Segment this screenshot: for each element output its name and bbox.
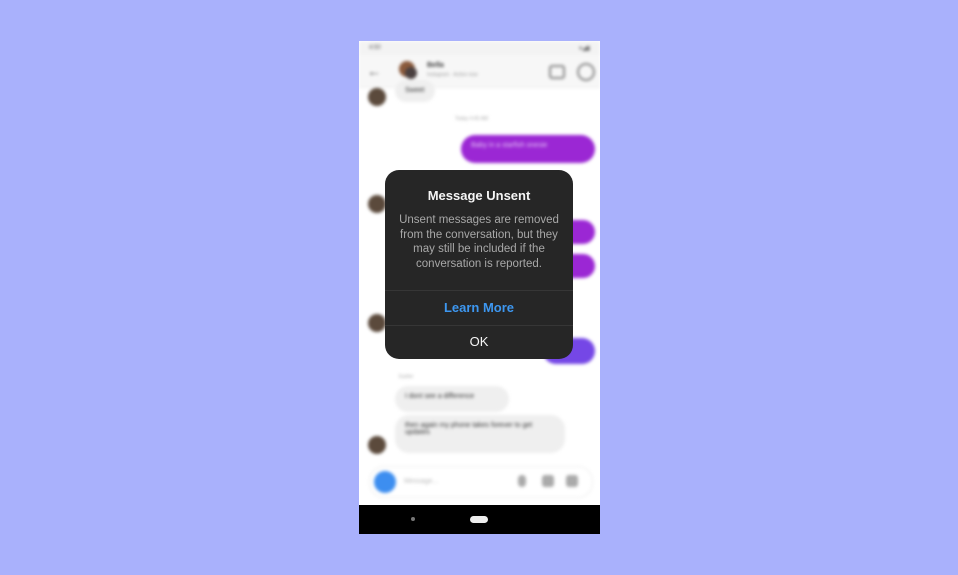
status-time: 4:50 bbox=[369, 45, 381, 51]
contact-name[interactable]: Bella bbox=[427, 62, 444, 69]
sender-avatar bbox=[368, 88, 386, 106]
timestamp: Earlier bbox=[399, 374, 414, 380]
gallery-icon[interactable] bbox=[542, 475, 554, 487]
nav-back-icon[interactable] bbox=[411, 517, 415, 521]
info-icon[interactable] bbox=[577, 63, 595, 81]
timestamp: Today 4:45 AM bbox=[455, 116, 489, 122]
message-unsent-dialog: Message Unsent Unsent messages are remov… bbox=[385, 170, 573, 359]
sticker-icon[interactable] bbox=[566, 475, 578, 487]
video-call-icon[interactable] bbox=[549, 65, 565, 79]
message-bubble-outgoing: Baby in a starfish onesie bbox=[461, 135, 595, 163]
message-composer[interactable]: Message... bbox=[369, 466, 593, 498]
message-input[interactable]: Message... bbox=[404, 478, 438, 485]
sender-avatar bbox=[368, 314, 386, 332]
dialog-title: Message Unsent bbox=[427, 188, 531, 203]
microphone-icon[interactable] bbox=[518, 475, 526, 487]
chat-header: ← Bella Instagram · Active now bbox=[359, 55, 600, 88]
dialog-body: Unsent messages are removed from the con… bbox=[399, 214, 559, 270]
contact-subtitle: Instagram · Active now bbox=[427, 72, 478, 78]
message-bubble-incoming: I dont see a difference bbox=[395, 386, 509, 412]
message-bubble-incoming: Sweet bbox=[395, 80, 435, 102]
ok-button[interactable]: OK bbox=[385, 325, 573, 359]
nav-home-pill-icon[interactable] bbox=[470, 516, 488, 523]
contact-avatar-secondary bbox=[405, 67, 417, 79]
learn-more-button[interactable]: Learn More bbox=[385, 291, 573, 325]
status-icons: ▾◢▮ bbox=[579, 46, 590, 52]
camera-icon[interactable] bbox=[374, 471, 396, 493]
message-bubble-incoming: then again my phone takes forever to get… bbox=[395, 415, 565, 453]
back-arrow-icon[interactable]: ← bbox=[367, 63, 381, 79]
status-bar: 4:50 ▾◢▮ bbox=[359, 41, 600, 55]
sender-avatar bbox=[368, 436, 386, 454]
android-nav-bar bbox=[359, 505, 600, 534]
sender-avatar bbox=[368, 195, 386, 213]
